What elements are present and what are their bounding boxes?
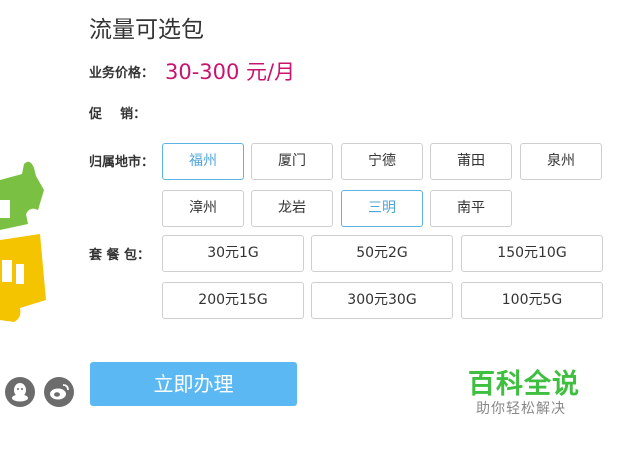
qq-icon[interactable]: [5, 377, 35, 407]
package-option-50-2g[interactable]: 50元2G: [311, 235, 453, 272]
weibo-icon[interactable]: [44, 377, 74, 407]
region-option-quanzhou[interactable]: 泉州: [520, 143, 602, 180]
region-option-xiamen[interactable]: 厦门: [251, 143, 333, 180]
page-title: 流量可选包: [89, 17, 204, 43]
package-option-200-15g[interactable]: 200元15G: [162, 282, 304, 319]
region-option-zhangzhou[interactable]: 漳州: [162, 190, 244, 227]
region-option-longyan[interactable]: 龙岩: [251, 190, 333, 227]
package-option-300-30g[interactable]: 300元30G: [311, 282, 453, 319]
region-option-ningde[interactable]: 宁德: [341, 143, 423, 180]
watermark-title: 百科全说: [468, 369, 580, 400]
package-option-150-10g[interactable]: 150元10G: [461, 235, 603, 272]
puzzle-decoration-icon: [0, 161, 46, 322]
promo-label: 促 销：: [89, 107, 147, 122]
package-option-30-1g[interactable]: 30元1G: [162, 235, 304, 272]
region-label: 归属地市：: [89, 155, 155, 170]
package-option-100-5g[interactable]: 100元5G: [461, 282, 603, 319]
region-option-fuzhou[interactable]: 福州: [162, 143, 244, 180]
price-label: 业务价格：: [89, 66, 155, 81]
apply-button[interactable]: 立即办理: [90, 362, 297, 406]
region-option-nanping[interactable]: 南平: [430, 190, 512, 227]
price-value: 30-300 元/月: [165, 60, 296, 84]
watermark-subtitle: 助你轻松解决: [476, 401, 566, 417]
region-option-sanming[interactable]: 三明: [341, 190, 423, 227]
package-label: 套 餐 包：: [89, 248, 151, 263]
region-option-putian[interactable]: 莆田: [430, 143, 512, 180]
